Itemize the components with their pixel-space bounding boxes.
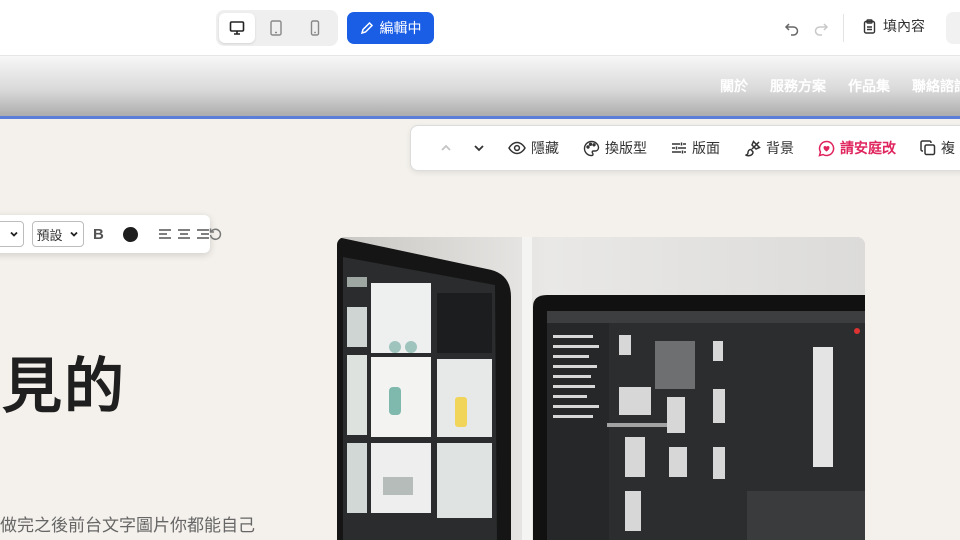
paint-brush-icon (745, 139, 761, 156)
reset-format-button[interactable] (208, 226, 223, 246)
site-nav: 關於 服務方案 作品集 聯絡諮詢 (720, 76, 960, 96)
section-toolbar: 隱藏 換版型 版面 背景 請安庭改 複 (410, 125, 960, 171)
font-size-select[interactable] (0, 221, 24, 247)
site-header: 關於 服務方案 作品集 聯絡諮詢 (0, 56, 960, 118)
monitors-photo (337, 237, 865, 540)
nav-item-services[interactable]: 服務方案 (770, 76, 826, 96)
text-color-button[interactable] (123, 226, 138, 242)
device-switcher (216, 10, 338, 46)
tablet-icon (270, 20, 282, 36)
tablet-view-button[interactable] (258, 13, 294, 43)
move-up-button[interactable] (429, 141, 463, 155)
undo-button[interactable] (782, 18, 802, 38)
section-selection-outline (0, 116, 960, 119)
background-label: 背景 (766, 140, 794, 156)
more-button[interactable] (946, 12, 960, 44)
edit-mode-button[interactable]: 編輯中 (347, 12, 434, 44)
sliders-icon (672, 142, 686, 154)
align-center-icon[interactable] (177, 228, 191, 240)
bold-button[interactable]: B (92, 226, 106, 243)
hide-section-button[interactable]: 隱藏 (508, 138, 559, 158)
chevron-up-icon (441, 144, 451, 151)
background-button[interactable]: 背景 (744, 138, 794, 158)
chat-heart-icon (818, 140, 835, 157)
layout-label: 版面 (692, 140, 720, 156)
nav-item-about[interactable]: 關於 (720, 76, 748, 96)
layout-settings-button[interactable]: 版面 (671, 138, 720, 158)
change-layout-type-label: 換版型 (605, 140, 647, 156)
align-left-icon[interactable] (158, 228, 172, 240)
eye-icon (508, 141, 526, 155)
alignment-group (158, 228, 210, 240)
fill-content-label: 填內容 (883, 18, 925, 34)
palette-icon (583, 140, 600, 156)
change-layout-type-button[interactable]: 換版型 (583, 138, 647, 158)
mobile-icon (310, 20, 320, 36)
nav-item-portfolio[interactable]: 作品集 (848, 76, 890, 96)
hero-subtitle[interactable]: 做完之後前台文字圖片你都能自己 (0, 511, 255, 536)
move-down-button[interactable] (463, 141, 497, 155)
pencil-icon (360, 21, 373, 35)
request-edit-button[interactable]: 請安庭改 (818, 138, 896, 158)
hide-label: 隱藏 (531, 140, 559, 156)
chevron-down-icon (9, 231, 18, 237)
request-edit-label: 請安庭改 (840, 140, 896, 156)
copy-icon (920, 140, 936, 156)
text-format-toolbar: 預設 B (0, 215, 210, 253)
font-preset-select[interactable]: 預設 (31, 221, 84, 247)
desktop-view-button[interactable] (219, 13, 255, 43)
hero-title[interactable]: 見的 (2, 338, 126, 425)
chevron-down-icon (69, 231, 78, 237)
reset-icon (209, 228, 222, 241)
mobile-view-button[interactable] (297, 13, 333, 43)
duplicate-section-button[interactable]: 複 (920, 138, 955, 158)
hero-image[interactable] (337, 237, 865, 540)
font-preset-value: 預設 (36, 227, 63, 243)
edit-mode-label: 編輯中 (379, 20, 422, 36)
editor-topbar: 編輯中 填內容 (0, 0, 960, 56)
clipboard-icon (863, 18, 876, 34)
duplicate-label: 複 (941, 140, 955, 156)
nav-item-contact[interactable]: 聯絡諮詢 (912, 76, 960, 96)
redo-button[interactable] (811, 18, 831, 38)
toolbar-divider (843, 14, 844, 42)
fill-content-button[interactable]: 填內容 (862, 16, 925, 36)
redo-icon (814, 23, 829, 36)
chevron-down-icon (474, 145, 484, 152)
desktop-icon (229, 21, 245, 35)
undo-icon (784, 23, 799, 36)
